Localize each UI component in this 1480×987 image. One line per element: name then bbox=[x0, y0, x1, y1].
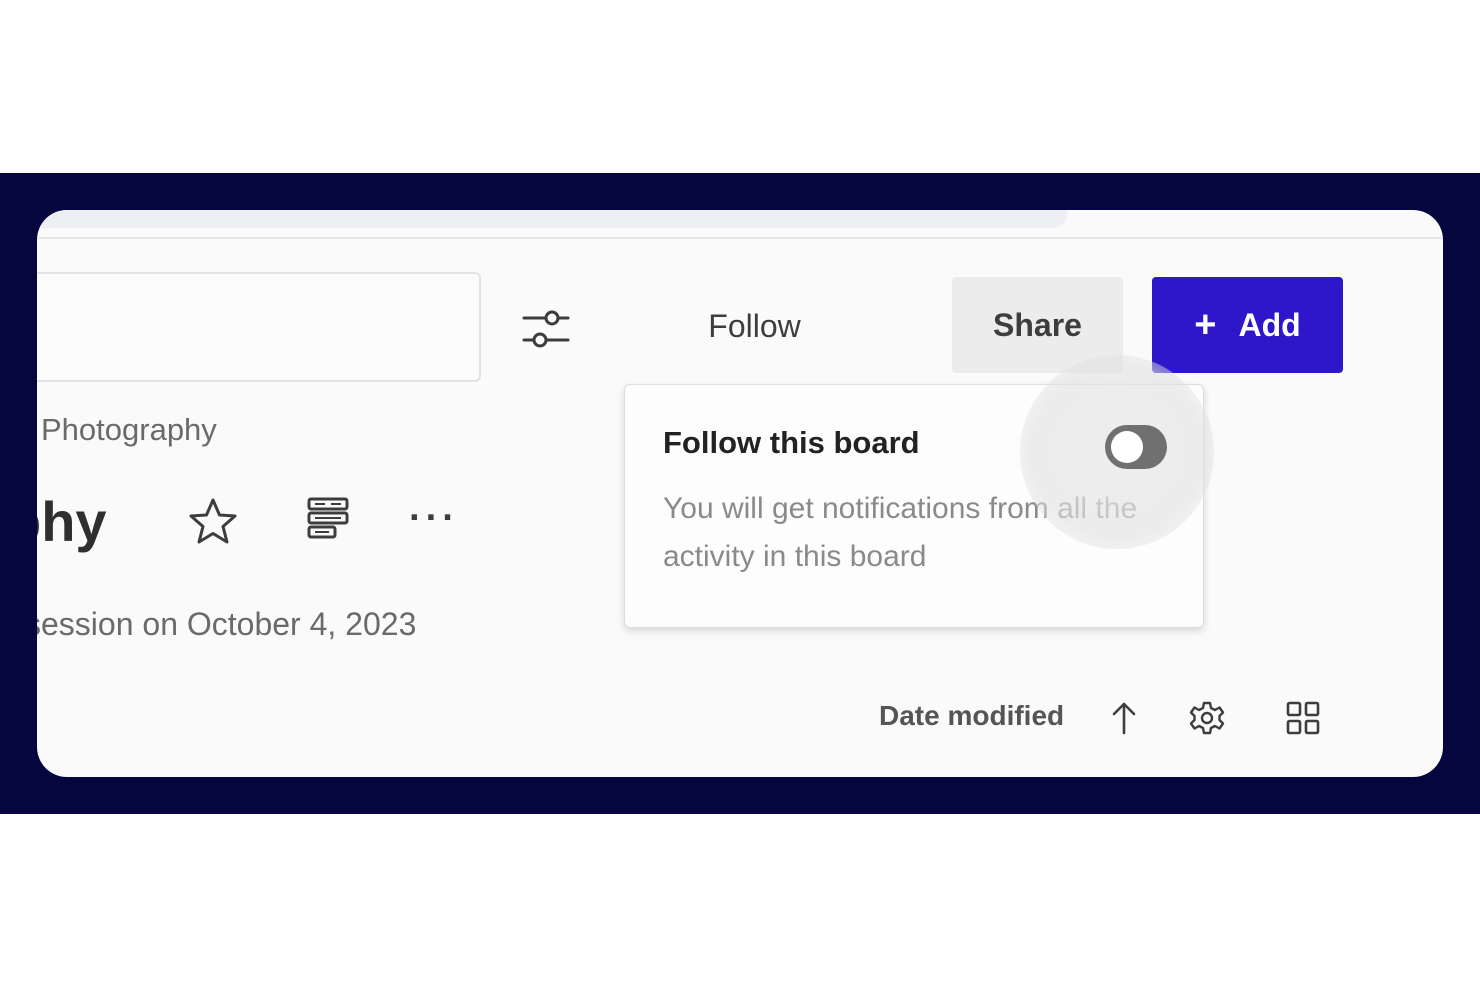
add-button[interactable]: + Add bbox=[1152, 277, 1343, 373]
breadcrumb[interactable]: Photography bbox=[41, 412, 217, 448]
board-title: phy bbox=[37, 490, 107, 553]
star-icon[interactable] bbox=[187, 496, 239, 548]
more-icon[interactable]: ··· bbox=[409, 498, 465, 538]
divider bbox=[37, 237, 1443, 239]
arrow-up-icon[interactable] bbox=[1109, 700, 1139, 736]
filter-sliders-icon[interactable] bbox=[521, 304, 571, 354]
follow-button[interactable]: Follow bbox=[682, 302, 827, 350]
plus-icon: + bbox=[1194, 304, 1217, 346]
board-description: session on October 4, 2023 bbox=[37, 606, 417, 642]
follow-toggle[interactable] bbox=[1105, 425, 1167, 469]
board-panel: Follow Share + Add Photography phy ··· s… bbox=[37, 210, 1443, 777]
toggle-knob bbox=[1111, 431, 1143, 463]
gear-icon[interactable] bbox=[1189, 700, 1225, 736]
search-input[interactable] bbox=[37, 272, 481, 382]
popover-title: Follow this board bbox=[663, 425, 920, 460]
top-strip bbox=[37, 210, 1067, 228]
layout-icon[interactable] bbox=[305, 495, 351, 541]
add-button-label: Add bbox=[1238, 306, 1301, 343]
sort-dropdown[interactable]: Date modified bbox=[879, 700, 1064, 732]
grid-view-icon[interactable] bbox=[1285, 700, 1321, 736]
